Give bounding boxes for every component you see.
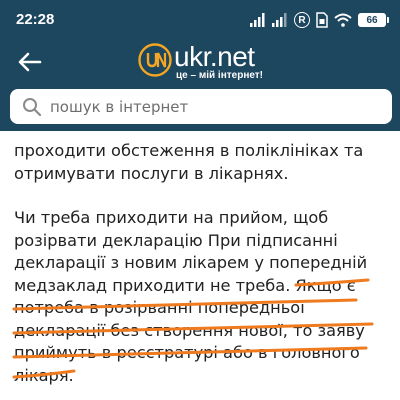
article-line: отримувати послуги в лікарнях. xyxy=(14,163,289,183)
search-bar xyxy=(0,85,400,131)
logo-name: ukr.net xyxy=(174,41,255,72)
sim-icon xyxy=(316,12,328,28)
logo[interactable]: ukr.net це – мій інтернет! xyxy=(138,40,268,85)
status-icons: R 66 xyxy=(250,9,389,31)
article-line: проходити обстеження в поліклініках та xyxy=(14,141,364,160)
app-bar: ukr.net це – мій інтернет! xyxy=(0,40,400,85)
article-line: потреба в розірванні попередньої xyxy=(14,298,305,317)
back-button[interactable] xyxy=(14,48,46,76)
search-icon xyxy=(23,98,42,117)
article-line: декларації без створення нової, то заяву xyxy=(14,320,365,340)
article-line: приймуть в реєстратурі або в головного xyxy=(14,343,360,362)
battery-icon: 66 xyxy=(358,13,389,27)
article-line: розірвати декларацію При підписанні xyxy=(14,230,338,250)
logo-slogan: це – мій інтернет! xyxy=(176,70,264,81)
article-line: медзаклад приходити не треба. Якщо є xyxy=(14,275,356,295)
status-bar: 22:28 R 66 xyxy=(0,0,400,40)
wifi-icon xyxy=(334,13,352,27)
article-line: лікаря. xyxy=(14,365,74,385)
search-box[interactable] xyxy=(10,89,392,124)
signal-icon xyxy=(250,13,265,27)
registered-icon: R xyxy=(294,12,310,28)
article-body: проходити обстеження в поліклініках та о… xyxy=(14,140,394,387)
article-line: Чи треба приходити на прийом, щоб xyxy=(14,208,329,227)
status-time: 22:28 xyxy=(16,11,55,28)
article-line: декларації з новим лікарем у попередній xyxy=(14,253,368,272)
signal-icon-secondary xyxy=(272,13,287,27)
logo-mark-icon xyxy=(138,43,172,77)
arrow-left-icon xyxy=(18,52,42,72)
search-input[interactable] xyxy=(50,89,380,124)
